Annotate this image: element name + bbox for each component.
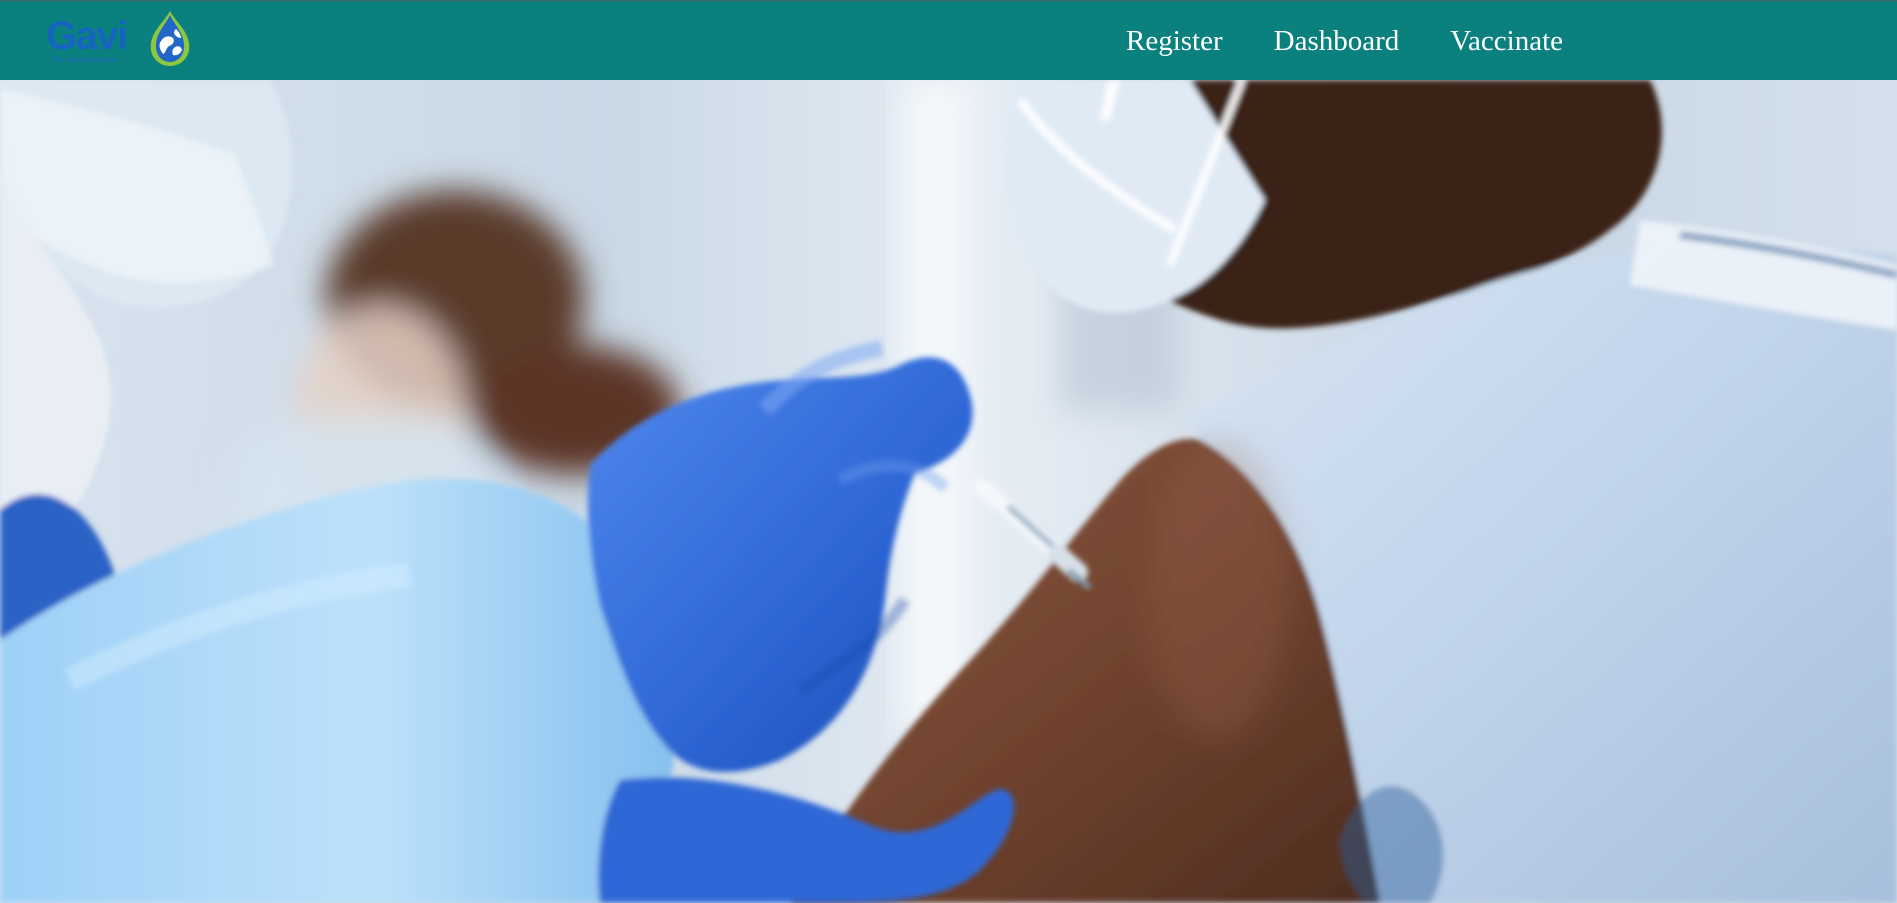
primary-nav: Register Dashboard Vaccinate (1126, 20, 1563, 62)
vaccination-hero-image (0, 80, 1897, 903)
globe-drop-icon (150, 11, 190, 66)
nav-register-link[interactable]: Register (1126, 20, 1223, 62)
brand-tagline: The Vaccine Alliance (52, 57, 117, 64)
brand-logo[interactable]: Gavi The Vaccine Alliance (46, 11, 196, 68)
nav-vaccinate-link[interactable]: Vaccinate (1450, 20, 1563, 62)
hero-banner (0, 80, 1897, 903)
nav-dashboard-link[interactable]: Dashboard (1274, 20, 1400, 62)
brand-wordmark: Gavi (46, 14, 128, 58)
top-navbar: Gavi The Vaccine Alliance Register Dashb… (0, 0, 1897, 80)
